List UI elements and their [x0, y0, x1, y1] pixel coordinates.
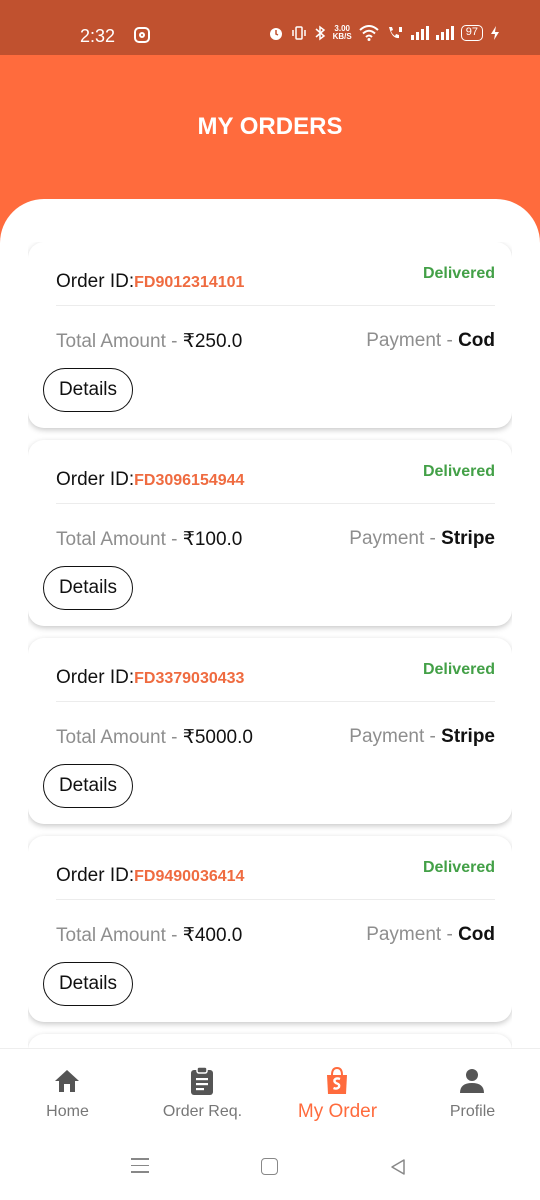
shopping-bag-icon: [327, 1066, 347, 1094]
payment-value: Stripe: [441, 528, 495, 549]
bottom-nav: Home Order Req. My Order Profile: [0, 1048, 540, 1138]
nav-item-home[interactable]: Home: [0, 1049, 135, 1139]
nav-item-my-order[interactable]: My Order: [270, 1049, 405, 1139]
signal-icon: [435, 26, 454, 40]
system-nav-bar: [0, 1138, 540, 1200]
amount-value: ₹400.0: [182, 925, 243, 946]
details-button[interactable]: Details: [43, 764, 133, 808]
recent-apps-icon[interactable]: [131, 1158, 149, 1174]
details-button[interactable]: Details: [43, 368, 133, 412]
page-title: MY ORDERS: [197, 113, 343, 140]
alarm-icon: [269, 28, 282, 40]
instagram-icon: [134, 27, 150, 43]
orders-list[interactable]: Order ID:FD9012314101 Delivered Total Am…: [28, 242, 512, 1048]
status-time: 2:32: [80, 26, 116, 46]
divider: [56, 503, 495, 504]
total-amount: Total Amount - ₹100.0: [56, 529, 243, 550]
back-icon[interactable]: [389, 1158, 407, 1176]
order-card[interactable]: Order ID:FD3096154944 Delivered Total Am…: [28, 440, 512, 626]
order-id-value: FD3096154944: [134, 472, 245, 489]
nav-label: Profile: [449, 1103, 496, 1120]
nav-item-profile[interactable]: Profile: [405, 1049, 540, 1139]
payment-method: Payment - Cod: [366, 924, 495, 945]
total-amount: Total Amount - ₹250.0: [56, 331, 243, 352]
payment-method: Payment - Cod: [366, 330, 495, 351]
payment-value: Cod: [458, 330, 495, 351]
wifi-icon: [359, 25, 379, 41]
order-id: Order ID:FD3096154944: [56, 469, 245, 490]
person-icon: [460, 1069, 484, 1093]
order-id: Order ID:FD9490036414: [56, 865, 245, 886]
order-id: Order ID:FD3379030433: [56, 667, 245, 688]
nav-label-active: My Order: [297, 1101, 378, 1122]
nav-item-order-req[interactable]: Order Req.: [135, 1049, 270, 1139]
nav-label: Order Req.: [162, 1103, 243, 1120]
clipboard-icon: [191, 1066, 213, 1095]
amount-value: ₹250.0: [182, 331, 243, 352]
charging-icon: [491, 26, 499, 40]
details-button[interactable]: Details: [43, 566, 133, 610]
divider: [56, 899, 495, 900]
details-button[interactable]: Details: [43, 962, 133, 1006]
home-button-icon[interactable]: [261, 1158, 278, 1175]
nav-label: Home: [46, 1103, 89, 1120]
home-icon: [55, 1070, 79, 1092]
order-id-value: FD3379030433: [134, 670, 245, 687]
status-icons: 3.00 KB/S 97: [268, 25, 500, 41]
status-badge: Delivered: [422, 463, 495, 480]
call-icon: [388, 27, 402, 39]
status-badge: Delivered: [422, 265, 495, 282]
amount-value: ₹5000.0: [182, 727, 253, 748]
status-badge: Delivered: [422, 859, 495, 876]
vibrate-icon: [291, 26, 306, 40]
battery-icon: 97: [460, 25, 483, 41]
order-card[interactable]: Order ID:FD9012314101 Delivered Total Am…: [28, 242, 512, 428]
status-badge: Delivered: [422, 661, 495, 678]
order-id: Order ID:FD9012314101: [56, 271, 245, 292]
total-amount: Total Amount - ₹5000.0: [56, 727, 253, 748]
order-card[interactable]: Order ID:FD3379030433 Delivered Total Am…: [28, 638, 512, 824]
order-id-value: FD9490036414: [134, 868, 245, 885]
divider: [56, 305, 495, 306]
signal-icon: [410, 26, 429, 40]
payment-method: Payment - Stripe: [349, 726, 495, 747]
payment-method: Payment - Stripe: [349, 528, 495, 549]
bluetooth-icon: [315, 25, 325, 41]
status-bar: 2:32 3.00 KB/S 97: [0, 0, 540, 55]
order-id-value: FD9012314101: [134, 274, 245, 291]
total-amount: Total Amount - ₹400.0: [56, 925, 243, 946]
payment-value: Stripe: [441, 726, 495, 747]
divider: [56, 701, 495, 702]
net-speed: 3.00 KB/S: [332, 24, 352, 41]
order-card[interactable]: [28, 1034, 512, 1048]
order-card[interactable]: Order ID:FD9490036414 Delivered Total Am…: [28, 836, 512, 1022]
amount-value: ₹100.0: [182, 529, 243, 550]
payment-value: Cod: [458, 924, 495, 945]
